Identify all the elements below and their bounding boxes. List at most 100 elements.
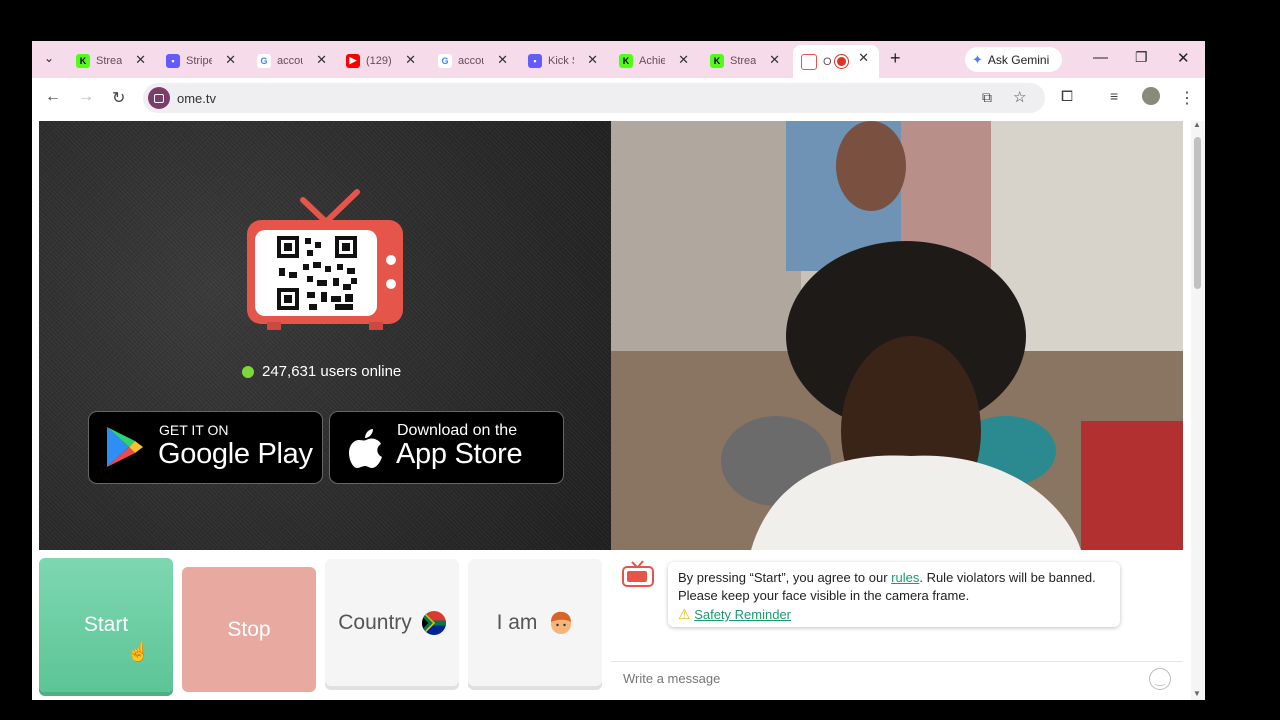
stripe-icon: ▪	[166, 53, 180, 68]
media-controls-icon[interactable]: ≡	[1110, 88, 1118, 104]
ometv-chat-logo	[622, 560, 654, 587]
recording-icon	[835, 55, 848, 68]
i-am-button[interactable]: I am	[468, 559, 602, 686]
restore-icon[interactable]: ❐	[1135, 49, 1148, 66]
close-tab-icon[interactable]: ✕	[858, 50, 869, 66]
profile-avatar[interactable]	[1142, 87, 1160, 105]
apple-icon	[349, 429, 382, 468]
google-play-button[interactable]: GET IT ON Google Play	[88, 411, 323, 484]
ometv-icon	[801, 53, 817, 70]
close-tab-icon[interactable]: ✕	[587, 52, 598, 68]
tab-title: (129)	[366, 54, 392, 67]
message-bar: ‿	[611, 661, 1183, 698]
start-label: Start	[83, 613, 129, 636]
scroll-down-icon[interactable]: ▼	[1193, 689, 1201, 698]
bookmark-star-icon[interactable]: ☆	[1013, 88, 1026, 106]
google-icon: G	[257, 53, 271, 68]
tab-kick-stripe[interactable]: ▪ Kick S ✕	[520, 47, 608, 74]
tab-youtube[interactable]: ▶ (129) ✕	[338, 47, 426, 74]
tab-title: Strea	[96, 54, 122, 67]
close-tab-icon[interactable]: ✕	[135, 52, 146, 68]
tab-google-account[interactable]: G accou ✕	[249, 47, 337, 74]
page-scrollbar[interactable]: ▲ ▼	[1191, 120, 1205, 700]
ometv-page: 247,631 users online GET IT ON Google Pl…	[32, 118, 1205, 700]
install-app-icon[interactable]: ⧉	[982, 89, 992, 106]
close-tab-icon[interactable]: ✕	[316, 52, 327, 68]
scroll-up-icon[interactable]: ▲	[1193, 120, 1201, 129]
rules-link[interactable]: rules	[891, 570, 919, 585]
url-text: ome.tv	[177, 91, 217, 106]
minimize-icon[interactable]: —	[1093, 49, 1108, 66]
tab-kick-stream[interactable]: K Strea ✕	[68, 47, 156, 74]
webcam-video	[611, 121, 1183, 550]
tab-title: accou	[458, 54, 484, 67]
chat-panel: By pressing “Start”, you agree to our ru…	[611, 550, 1183, 700]
emoji-icon[interactable]: ‿	[1149, 668, 1171, 690]
stripe-icon: ▪	[528, 53, 542, 68]
new-tab-icon[interactable]: +	[890, 48, 901, 69]
stop-label: Stop	[227, 617, 271, 641]
promo-pane: 247,631 users online GET IT ON Google Pl…	[39, 121, 611, 550]
tab-title: Kick S	[548, 54, 574, 67]
ometv-tv-logo	[247, 189, 403, 330]
scroll-thumb[interactable]	[1194, 137, 1201, 289]
country-label: Country	[338, 610, 412, 634]
reload-icon[interactable]: ↻	[112, 88, 125, 108]
extensions-icon[interactable]: ⧠	[1061, 88, 1073, 105]
forward-icon[interactable]: →	[78, 88, 94, 106]
online-count: 247,631 users online	[242, 363, 401, 380]
google-icon: G	[438, 53, 452, 68]
close-tab-icon[interactable]: ✕	[497, 52, 508, 68]
start-button[interactable]: Start ☝	[39, 558, 173, 692]
gemini-label: Ask Gemini	[987, 52, 1050, 67]
site-info-icon[interactable]	[148, 87, 170, 109]
online-count-text: 247,631 users online	[262, 363, 402, 380]
tab-google-account-2[interactable]: G accou ✕	[430, 47, 518, 74]
country-button[interactable]: Country	[325, 559, 459, 686]
app-store-big-text: App Store	[396, 438, 523, 470]
tab-ometv-active[interactable]: O ✕	[793, 45, 879, 78]
tab-title: O	[823, 55, 832, 68]
i-am-label: I am	[496, 610, 538, 634]
google-play-icon	[107, 427, 143, 467]
warning-icon: ⚠	[678, 606, 691, 622]
cursor-hand-icon: ☝	[127, 642, 150, 662]
tab-title: accou	[277, 54, 303, 67]
close-tab-icon[interactable]: ✕	[405, 52, 416, 68]
tab-kick-achievements[interactable]: K Achie ✕	[611, 47, 699, 74]
kick-icon: K	[619, 53, 633, 68]
online-dot-icon	[242, 365, 254, 378]
close-tab-icon[interactable]: ✕	[769, 52, 780, 68]
close-tab-icon[interactable]: ✕	[678, 52, 689, 68]
ask-gemini-button[interactable]: ✦ Ask Gemini	[965, 47, 1062, 72]
close-window-icon[interactable]: ✕	[1177, 49, 1190, 67]
tab-strip: ⌄ K Strea ✕ ▪ Stripe ✕ G accou ✕ ▶ (129)…	[32, 41, 1205, 78]
webcam-feed-image	[611, 121, 1183, 550]
google-play-small-text: GET IT ON	[159, 422, 229, 438]
address-bar[interactable]: ome.tv ⧉ ☆	[143, 83, 1045, 113]
menu-kebab-icon[interactable]: ⋮	[1179, 88, 1195, 108]
tab-title: Achie	[639, 54, 665, 67]
kick-icon: K	[710, 53, 724, 68]
app-store-button[interactable]: Download on the App Store	[329, 411, 564, 484]
notice-prefix: By pressing “Start”, you agree to our	[678, 570, 892, 585]
close-tab-icon[interactable]: ✕	[225, 52, 236, 68]
tab-title: Stripe	[186, 54, 212, 67]
south-africa-flag-icon	[421, 610, 446, 635]
youtube-icon: ▶	[346, 53, 360, 68]
address-toolbar: ← → ↻ ome.tv ⧉ ☆ ⧠ ≡ ⋮	[32, 78, 1205, 118]
google-play-big-text: Google Play	[158, 438, 313, 470]
tab-stripe[interactable]: ▪ Stripe ✕	[158, 47, 246, 74]
tab-kick-stream-2[interactable]: K Strea ✕	[702, 47, 790, 74]
rules-notice: By pressing “Start”, you agree to our ru…	[668, 562, 1120, 627]
back-icon[interactable]: ←	[45, 88, 61, 106]
message-input[interactable]	[621, 670, 1125, 687]
stop-button[interactable]: Stop	[182, 567, 316, 692]
kick-icon: K	[76, 53, 90, 68]
gemini-icon: ✦	[972, 51, 983, 67]
tab-title: Strea	[730, 54, 756, 67]
tab-search-icon[interactable]: ⌄	[44, 51, 54, 65]
safety-reminder-link[interactable]: Safety Reminder	[694, 607, 791, 622]
boy-avatar-icon	[551, 611, 572, 634]
browser-window: ⌄ K Strea ✕ ▪ Stripe ✕ G accou ✕ ▶ (129)…	[32, 41, 1205, 700]
